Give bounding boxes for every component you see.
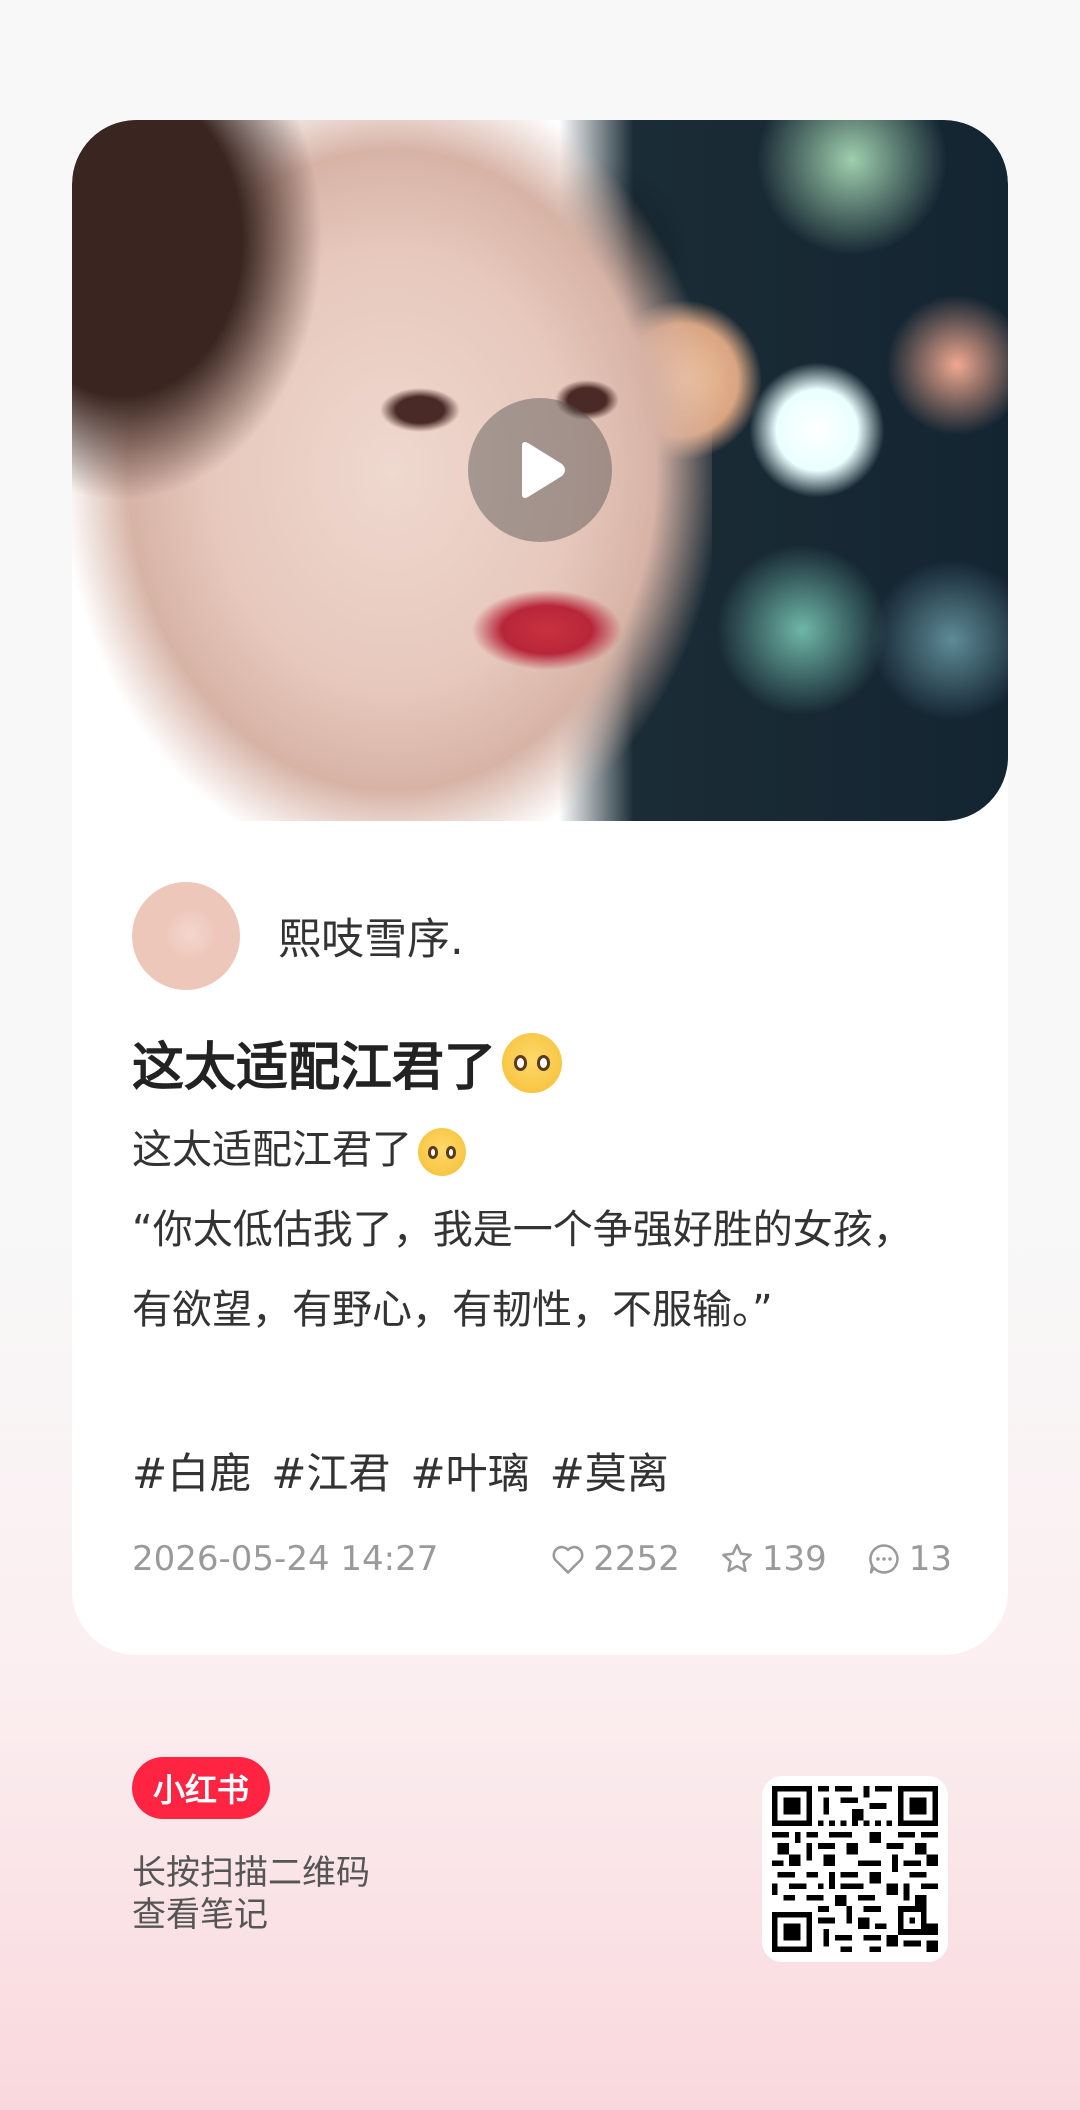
tag-item[interactable]: #莫离 [550,1440,669,1501]
like-count: 2252 [593,1539,680,1579]
author-row[interactable]: 熙吱雪序. [132,881,464,991]
note-quote: “你太低估我了，我是一个争强好胜的女孩，有欲望，有野心，有韧性，不服输。” [132,1207,913,1333]
tag-list: #白鹿 #江君 #叶璃 #莫离 [132,1440,669,1501]
author-name[interactable]: 熙吱雪序. [278,905,464,967]
post-date: 2026-05-24 14:27 [132,1539,439,1579]
note-title: 这太适配江君了 [132,1025,563,1100]
avatar[interactable] [132,882,240,990]
note-card: 熙吱雪序. 这太适配江君了 这太适配江君了 “你太低估我了，我是一个争强好胜的女… [72,120,1008,1655]
favorite-stat[interactable]: 139 [718,1539,827,1579]
comment-icon [868,1544,899,1574]
tag-item[interactable]: #江君 [271,1440,390,1501]
crying-face-emoji-icon [502,1032,563,1093]
tag-item[interactable]: #白鹿 [132,1440,251,1501]
qr-code-icon [772,1786,938,1952]
note-title-text: 这太适配江君了 [132,1038,497,1098]
play-button[interactable] [468,398,612,542]
star-icon [721,1543,752,1573]
play-icon [522,442,565,498]
note-body-line1-text: 这太适配江君了 [132,1127,412,1173]
comment-stat[interactable]: 13 [865,1539,952,1579]
scan-hint: 长按扫描二维码 查看笔记 [132,1852,370,1936]
comment-count: 13 [908,1539,952,1579]
tag-item[interactable]: #叶璃 [410,1440,529,1501]
cover-hair [72,120,322,530]
qr-code[interactable] [762,1776,948,1962]
scan-hint-line2: 查看笔记 [132,1895,268,1935]
video-cover[interactable] [72,120,1008,821]
crying-face-emoji-icon [418,1128,466,1176]
note-body: 这太适配江君了 “你太低估我了，我是一个争强好胜的女孩，有欲望，有野心，有韧性，… [132,1110,952,1350]
scan-hint-line1: 长按扫描二维码 [132,1853,370,1893]
note-meta: 2026-05-24 14:27 2252 139 13 [132,1534,952,1584]
heart-icon [552,1545,584,1574]
note-body-line1: 这太适配江君了 [132,1110,952,1190]
like-stat[interactable]: 2252 [549,1539,680,1579]
favorite-count: 139 [761,1539,827,1579]
xiaohongshu-logo: 小红书 [132,1757,270,1819]
